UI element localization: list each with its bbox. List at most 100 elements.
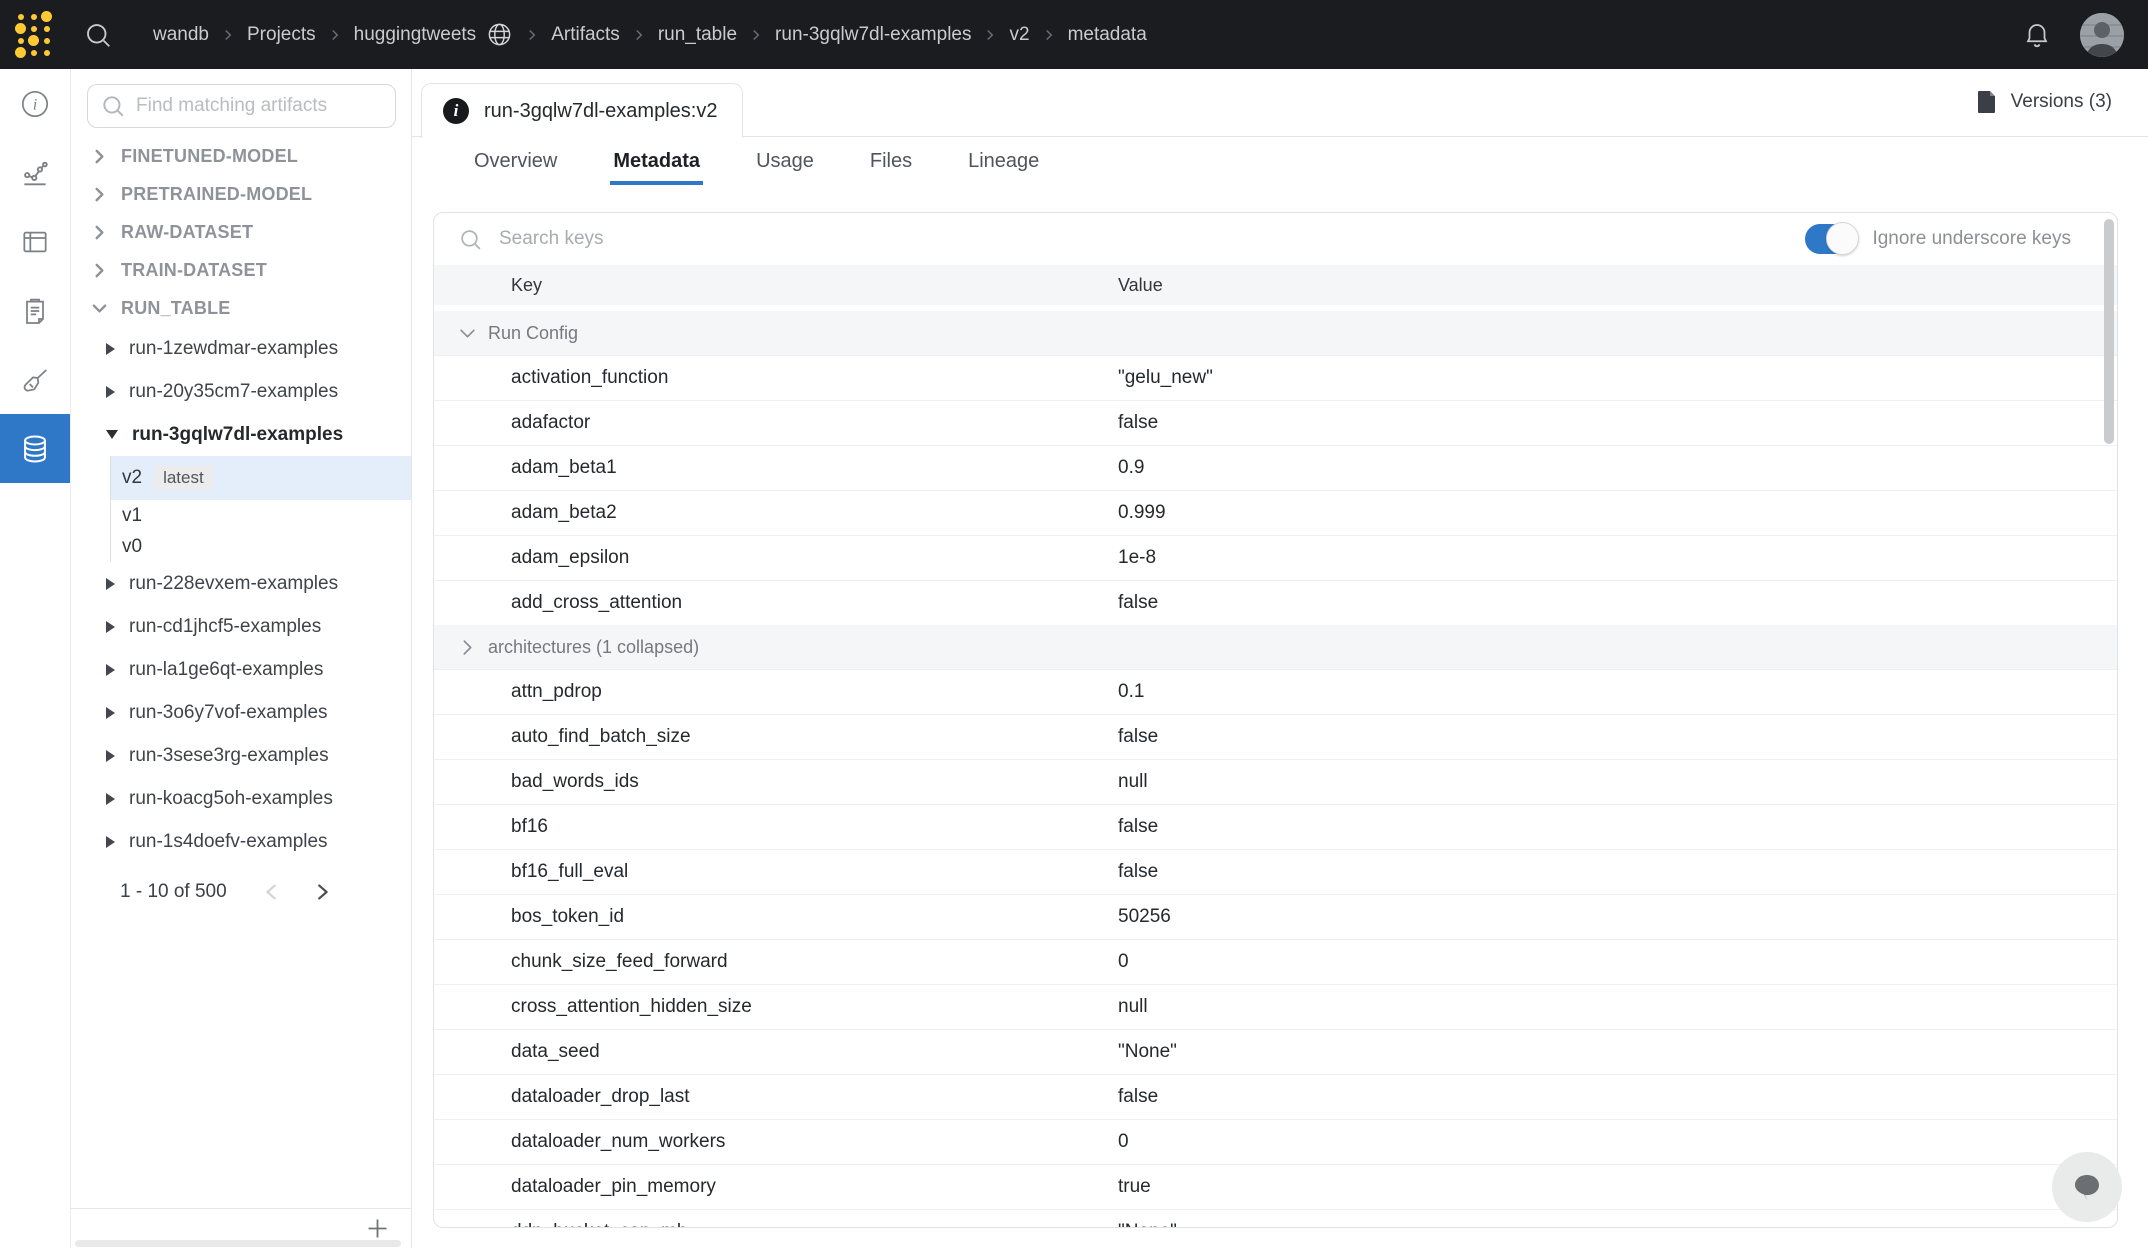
vertical-scrollbar[interactable] [2104,219,2114,444]
search-icon [100,93,126,119]
artifact-item-label: run-3o6y7vof-examples [129,702,328,724]
breadcrumb-separator-icon [750,29,762,41]
triangle-right-icon [106,750,115,762]
metadata-card: Ignore underscore keys Key Value Run Con… [433,212,2118,1228]
breadcrumb-item[interactable]: wandb [153,24,209,46]
artifact-item[interactable]: run-3gqlw7dl-examples [71,413,411,456]
breadcrumb-item[interactable]: Artifacts [551,24,620,46]
artifact-tree: FINETUNED-MODELPRETRAINED-MODELRAW-DATAS… [71,137,411,912]
rail-artifacts-icon[interactable] [0,414,70,483]
document-icon [1976,90,1998,114]
artifact-type-finetuned-model[interactable]: FINETUNED-MODEL [71,137,411,175]
topbar: wandb Projects huggingtweets Artifacts run_t… [0,0,2148,69]
metadata-row: bos_token_id 50256 [434,894,2117,939]
metadata-value: false [1118,726,1158,748]
sidebar-horizontal-scrollbar[interactable] [75,1240,401,1247]
artifact-item-label: run-la1ge6qt-examples [129,659,323,681]
rail-info-icon[interactable]: i [0,69,70,138]
metadata-value: "gelu_new" [1118,367,1213,389]
metadata-section-row[interactable]: Run Config [434,311,2117,355]
column-header-key: Key [511,275,542,296]
artifact-search-box[interactable] [87,84,396,128]
metadata-value: false [1118,412,1158,434]
logo-dot [28,35,39,46]
tab-lineage[interactable]: Lineage [968,137,1039,185]
metadata-key: data_seed [511,1041,600,1063]
triangle-right-icon [106,664,115,676]
metadata-value: false [1118,592,1158,614]
artifact-type-label: TRAIN-DATASET [121,260,267,281]
chevron-right-icon [92,187,107,202]
metadata-key: activation_function [511,367,668,389]
version-item[interactable]: v0 [111,531,411,562]
artifact-item[interactable]: run-cd1jhcf5-examples [71,605,411,648]
metadata-value: 50256 [1118,906,1171,928]
breadcrumb-separator-icon [222,29,234,41]
previous-page-button[interactable] [261,881,283,903]
metadata-value: 0 [1118,1131,1129,1153]
ignore-underscore-toggle[interactable] [1805,224,1857,254]
breadcrumb-item[interactable]: run_table [658,24,737,46]
add-artifact-button[interactable] [364,1215,391,1242]
metadata-value: false [1118,861,1158,883]
artifact-item-label: run-1s4doefv-examples [129,831,328,853]
breadcrumb-item[interactable]: Projects [247,24,316,46]
metadata-row: auto_find_batch_sizefalse [434,714,2117,759]
artifact-item[interactable]: run-la1ge6qt-examples [71,648,411,691]
rail-charts-icon[interactable] [0,138,70,207]
notifications-bell-icon[interactable] [2022,20,2052,50]
column-header-value: Value [1118,275,1163,296]
rail-sweeps-icon[interactable] [0,345,70,414]
artifact-version-tab[interactable]: i run-3gqlw7dl-examples:v2 [421,83,743,138]
rail-reports-icon[interactable] [0,276,70,345]
artifact-type-run_table[interactable]: RUN_TABLE [71,289,411,327]
next-page-button[interactable] [311,881,333,903]
tab-metadata[interactable]: Metadata [613,137,700,185]
main-panel: i run-3gqlw7dl-examples:v2 Versions (3) … [412,69,2148,1248]
breadcrumb-item[interactable]: huggingtweets [354,21,514,48]
metadata-section-row[interactable]: architectures (1 collapsed) [434,625,2117,669]
logo-dot [41,11,52,22]
tab-files[interactable]: Files [870,137,912,185]
artifact-item[interactable]: run-228evxem-examples [71,562,411,605]
metadata-key: adam_epsilon [511,547,629,569]
breadcrumb-item-label: huggingtweets [354,24,477,46]
version-item[interactable]: v2latest [111,456,411,500]
breadcrumb-item[interactable]: v2 [1009,24,1029,46]
metadata-key: dataloader_drop_last [511,1086,690,1108]
info-icon: i [443,98,469,124]
artifact-type-pretrained-model[interactable]: PRETRAINED-MODEL [71,175,411,213]
metadata-value: 0.9 [1118,457,1144,479]
breadcrumb-item[interactable]: metadata [1068,24,1147,46]
artifact-item[interactable]: run-3sese3rg-examples [71,734,411,777]
chat-help-button[interactable] [2052,1152,2122,1222]
latest-tag-badge: latest [154,466,213,490]
artifact-type-label: RUN_TABLE [121,298,230,319]
version-item[interactable]: v1 [111,500,411,531]
breadcrumb-item[interactable]: run-3gqlw7dl-examples [775,24,971,46]
metadata-key: dataloader_pin_memory [511,1176,716,1198]
chevron-down-icon [459,325,476,342]
tab-overview[interactable]: Overview [474,137,557,185]
artifact-type-raw-dataset[interactable]: RAW-DATASET [71,213,411,251]
metadata-row: adafactorfalse [434,400,2117,445]
artifact-type-train-dataset[interactable]: TRAIN-DATASET [71,251,411,289]
artifact-item[interactable]: run-1zewdmar-examples [71,327,411,370]
rail-tables-icon[interactable] [0,207,70,276]
chevron-right-icon [92,263,107,278]
artifact-item[interactable]: run-3o6y7vof-examples [71,691,411,734]
versions-button[interactable]: Versions (3) [1970,69,2118,135]
artifact-item[interactable]: run-20y35cm7-examples [71,370,411,413]
artifact-item[interactable]: run-1s4doefv-examples [71,820,411,863]
artifact-search-input[interactable] [134,94,383,118]
search-icon[interactable] [83,20,113,50]
avatar[interactable] [2080,13,2124,57]
artifact-version-tab-label: run-3gqlw7dl-examples:v2 [484,100,717,123]
wandb-logo[interactable] [14,11,53,59]
search-keys-input[interactable] [497,227,1805,251]
artifact-item[interactable]: run-koacg5oh-examples [71,777,411,820]
metadata-key: bos_token_id [511,906,624,928]
tab-usage[interactable]: Usage [756,137,814,185]
metadata-key: adam_beta1 [511,457,617,479]
underscore-toggle-wrap: Ignore underscore keys [1805,224,2071,254]
